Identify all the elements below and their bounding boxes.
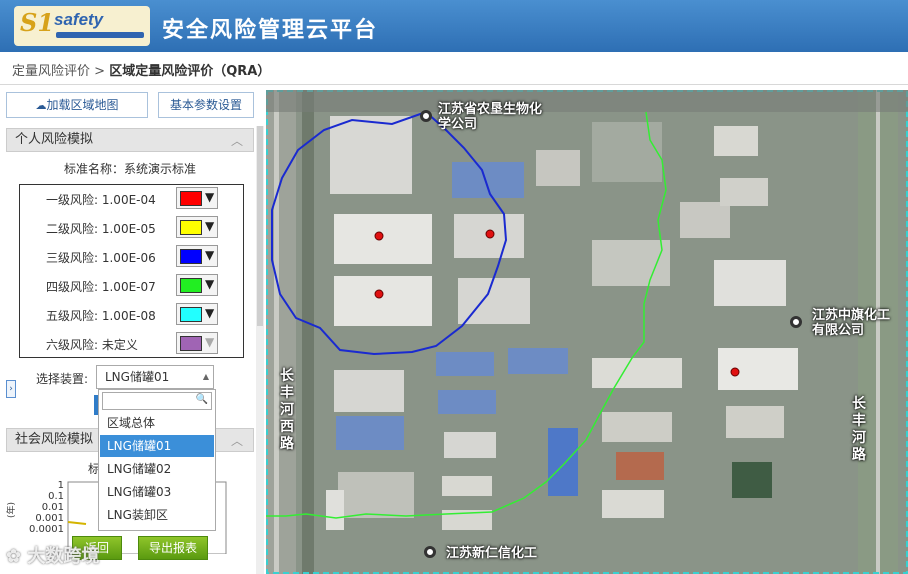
poi-marker-icon[interactable]	[424, 546, 436, 558]
dropdown-option[interactable]: LNG装卸区	[100, 504, 214, 526]
y-tick-label: 1	[58, 480, 64, 491]
color-swatch	[180, 307, 202, 322]
color-swatch	[180, 249, 202, 264]
dropdown-arrow-icon: ▼	[205, 219, 215, 233]
y-tick-label: 0.1	[48, 491, 64, 502]
dropdown-arrow-icon: ▼	[205, 277, 215, 291]
safety-logo[interactable]: S1 safety	[14, 6, 150, 46]
risk-level-row: 三级风险: 1.00E-06 ▼	[20, 243, 243, 272]
collapse-icon[interactable]: ︿	[231, 130, 243, 152]
dropdown-search-input[interactable]: 🔍	[102, 392, 212, 410]
area-map[interactable]: 江苏省农垦生物化学公司 江苏中旗化工有限公司 江苏新仁信化工 长丰河西路 长丰河…	[266, 90, 908, 574]
breadcrumb: 定量风险评价 > 区域定量风险评价（QRA）	[12, 60, 270, 79]
watermark-text: 大数跨境	[27, 546, 100, 567]
risk-level-label: 三级风险: 1.00E-06	[46, 251, 156, 265]
device-select-value: LNG储罐01	[105, 370, 170, 384]
device-dropdown: 🔍 区域总体 LNG储罐01 LNG储罐02 LNG储罐03 LNG装卸区	[98, 389, 216, 531]
risk-level-row: 四级风险: 1.00E-07 ▼	[20, 272, 243, 301]
dropdown-arrow-icon: ▼	[205, 248, 215, 262]
social-risk-title: 社会风险模拟	[15, 432, 94, 447]
device-select-label: 选择装置:	[36, 372, 89, 386]
risk-level-row: 一级风险: 1.00E-04 ▼	[20, 185, 243, 214]
cloud-upload-icon: ☁	[35, 99, 47, 112]
color-swatch	[180, 220, 202, 235]
risk-level-row: 六级风险: 未定义 ▼	[20, 330, 243, 359]
device-select[interactable]: LNG储罐01 ▲	[96, 365, 214, 389]
risk-level-label: 四级风险: 1.00E-07	[46, 280, 156, 294]
logo-mark-icon: S1	[20, 8, 55, 37]
y-axis-label: (年)	[6, 502, 17, 518]
risk-level-label: 一级风险: 1.00E-04	[46, 193, 156, 207]
map-label-company-3: 江苏新仁信化工	[446, 546, 538, 561]
collapse-icon[interactable]: ︿	[231, 430, 243, 452]
map-top-strip	[266, 90, 908, 112]
map-label-company-1: 江苏省农垦生物化学公司	[438, 102, 543, 132]
map-label-road-east: 长丰河路	[852, 396, 866, 463]
basic-params-button[interactable]: 基本参数设置	[158, 92, 254, 118]
color-picker-button[interactable]: ▼	[176, 332, 218, 354]
left-panel: ☁加载区域地图 基本参数设置 个人风险模拟 ︿ 标准名称：系统演示标准 一级风险…	[6, 90, 260, 574]
map-label-company-2: 江苏中旗化工有限公司	[812, 308, 891, 338]
dropdown-arrow-icon: ▼	[205, 335, 215, 349]
breadcrumb-current: 区域定量风险评价（QRA）	[109, 64, 271, 79]
risk-level-label: 五级风险: 1.00E-08	[46, 309, 156, 323]
dropdown-option[interactable]: LNG储罐02	[100, 458, 214, 480]
standard-name: 标准名称：系统演示标准	[64, 162, 197, 176]
risk-source-marker	[730, 367, 740, 377]
dropdown-arrow-icon: ▼	[205, 190, 215, 204]
logo-bar	[56, 32, 144, 38]
export-report-button[interactable]: 导出报表	[138, 536, 208, 560]
dropdown-arrow-icon: ▲	[202, 372, 209, 381]
left-panel-scrollbar[interactable]	[256, 126, 264, 574]
risk-source-marker	[485, 229, 495, 239]
watermark: ✿ 大数跨境	[6, 546, 100, 567]
dropdown-option[interactable]: LNG储罐01	[100, 435, 214, 457]
poi-marker-icon[interactable]	[790, 316, 802, 328]
color-picker-button[interactable]: ▼	[176, 245, 218, 267]
app-header: S1 safety 安全风险管理云平台	[0, 0, 908, 52]
risk-level-legend: 一级风险: 1.00E-04 ▼ 二级风险: 1.00E-05 ▼ 三级风险: 1.00…	[19, 184, 244, 358]
risk-level-label: 六级风险: 未定义	[46, 338, 138, 352]
color-picker-button[interactable]: ▼	[176, 274, 218, 296]
search-icon: 🔍	[195, 394, 208, 405]
color-picker-button[interactable]: ▼	[176, 187, 218, 209]
risk-level-row: 五级风险: 1.00E-08 ▼	[20, 301, 243, 330]
dropdown-arrow-icon: ▼	[205, 306, 215, 320]
color-swatch	[180, 191, 202, 206]
y-tick-label: 0.0001	[29, 524, 64, 535]
breadcrumb-separator: >	[94, 64, 106, 79]
risk-source-marker	[374, 231, 384, 241]
color-picker-button[interactable]: ▼	[176, 303, 218, 325]
expand-side-icon[interactable]: ›	[6, 380, 16, 398]
load-map-button[interactable]: ☁加载区域地图	[6, 92, 148, 118]
color-swatch	[180, 278, 202, 293]
poi-marker-icon[interactable]	[420, 110, 432, 122]
risk-source-marker	[374, 289, 384, 299]
dropdown-option[interactable]: 区域总体	[100, 412, 214, 434]
risk-level-label: 二级风险: 1.00E-05	[46, 222, 156, 236]
individual-risk-title: 个人风险模拟	[15, 132, 94, 147]
scrollbar-thumb[interactable]	[257, 126, 263, 326]
app-title: 安全风险管理云平台	[162, 18, 379, 43]
y-tick-label: 0.001	[35, 513, 64, 524]
individual-risk-header[interactable]: 个人风险模拟 ︿	[6, 128, 254, 152]
y-tick-label: 0.01	[42, 502, 64, 513]
logo-text: safety	[54, 10, 104, 29]
dropdown-option[interactable]: LNG储罐03	[100, 481, 214, 503]
header-divider	[0, 84, 908, 85]
color-picker-button[interactable]: ▼	[176, 216, 218, 238]
color-swatch	[180, 336, 202, 351]
map-label-road-west: 长丰河西路	[280, 368, 294, 452]
load-map-label: 加载区域地图	[46, 98, 119, 112]
breadcrumb-parent[interactable]: 定量风险评价	[12, 64, 90, 79]
risk-level-row: 二级风险: 1.00E-05 ▼	[20, 214, 243, 243]
